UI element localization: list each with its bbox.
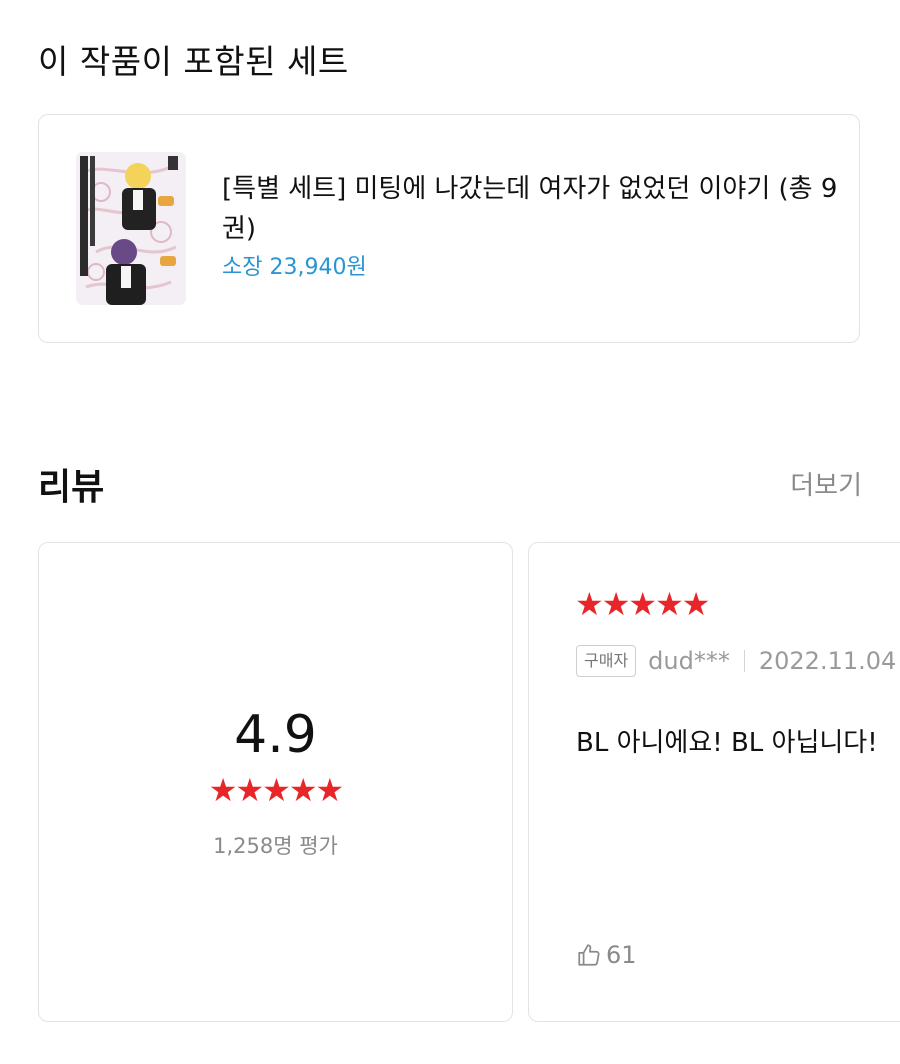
review-card[interactable]: ★★★★★ 구매자 dud*** 2022.11.04 BL 아니에요! BL … xyxy=(528,542,900,1022)
review-date: 2022.11.04 xyxy=(758,647,897,675)
review-carousel: ★★★★★ 구매자 dud*** 2022.11.04 BL 아니에요! BL … xyxy=(0,0,900,1064)
review-meta: 구매자 dud*** 2022.11.04 xyxy=(576,643,896,679)
star-icon: ★ xyxy=(628,585,657,623)
review-text: BL 아니에요! BL 아닙니다! xyxy=(576,728,878,758)
star-icon: ★ xyxy=(681,585,711,623)
thumbs-up-icon xyxy=(578,944,600,966)
star-icon: ★ xyxy=(575,585,604,623)
page: 이 작품이 포함된 세트 [특별 세트] 미팅에 나갔는데 여자가 없었던 이야… xyxy=(0,0,900,1064)
star-icon: ★ xyxy=(655,585,684,623)
meta-divider xyxy=(743,650,745,672)
star-icon: ★ xyxy=(601,585,631,623)
review-stars: ★★★★★ xyxy=(575,585,711,623)
buyer-badge: 구매자 xyxy=(576,645,637,677)
like-count: 61 xyxy=(606,941,637,969)
review-user: dud*** xyxy=(648,647,730,675)
like-button[interactable]: 61 xyxy=(576,941,637,969)
